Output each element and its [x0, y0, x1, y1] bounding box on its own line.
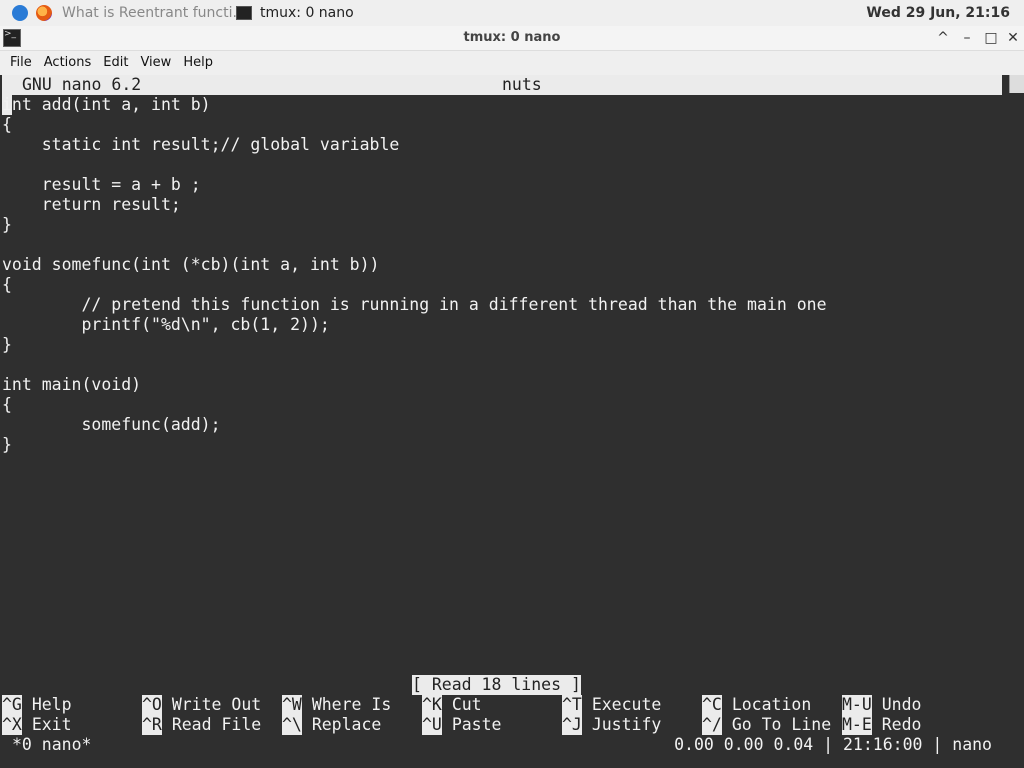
- shortcut-label: Undo: [881, 695, 922, 714]
- terminal-icon: [236, 6, 252, 20]
- app-menu-button[interactable]: [12, 0, 28, 26]
- code-line: void somefunc(int (*cb)(int a, int b)): [2, 255, 380, 274]
- code-line: int main(void): [2, 375, 142, 394]
- shortcut-key: ^\: [282, 715, 302, 735]
- code-line: }: [2, 335, 12, 354]
- shortcut-key: ^C: [702, 695, 722, 715]
- menu-edit[interactable]: Edit: [93, 52, 128, 74]
- shortcut-key: ^T: [562, 695, 582, 715]
- code-line: }: [2, 435, 12, 454]
- shortcut-key: ^O: [142, 695, 162, 715]
- close-button[interactable]: ✕: [1002, 26, 1024, 50]
- taskbar-item-tmux-label: tmux: 0 nano: [260, 5, 354, 21]
- code-line: printf("%d\n", cb(1, 2));: [2, 315, 330, 334]
- menu-view[interactable]: View: [130, 52, 171, 74]
- shortcut-label: Replace: [311, 715, 382, 734]
- window-title: tmux: 0 nano: [463, 30, 561, 45]
- menu-actions[interactable]: Actions: [34, 52, 92, 74]
- shortcut-key: ^U: [422, 715, 442, 735]
- shortcut-where-is[interactable]: ^W Where Is: [282, 695, 391, 715]
- firefox-launcher[interactable]: [36, 0, 52, 26]
- shortcut-key: ^K: [422, 695, 442, 715]
- shortcut-label: Help: [31, 695, 72, 714]
- code-line: static int result;// global variable: [2, 135, 400, 154]
- tmux-right-status: 0.00 0.00 0.04 | 21:16:00 | nano: [674, 735, 992, 754]
- shortcut-label: Cut: [451, 695, 482, 714]
- shade-button[interactable]: ^: [932, 26, 954, 50]
- menu-bar: File Actions Edit View Help: [0, 51, 1024, 75]
- shortcut-label: Execute: [591, 695, 662, 714]
- shortcut-replace[interactable]: ^\ Replace: [282, 715, 381, 735]
- shortcut-key: ^J: [562, 715, 582, 735]
- taskbar-item-tmux[interactable]: tmux: 0 nano: [236, 0, 434, 28]
- shortcut-key: ^/: [702, 715, 722, 735]
- shortcut-undo[interactable]: M-U Undo: [842, 695, 922, 715]
- shortcut-label: Redo: [881, 715, 922, 734]
- shortcut-key: M-U: [842, 695, 872, 715]
- code-line: return result;: [2, 195, 181, 214]
- shortcut-label: Location: [731, 695, 812, 714]
- window-titlebar[interactable]: >_ tmux: 0 nano ^ – □ ✕: [0, 26, 1024, 51]
- shortcut-redo[interactable]: M-E Redo: [842, 715, 922, 735]
- taskbar: What is Reentrant functi... tmux: 0 nano…: [0, 0, 1024, 28]
- shortcut-key: ^R: [142, 715, 162, 735]
- shortcut-write-out[interactable]: ^O Write Out: [142, 695, 261, 715]
- code-line: {: [2, 395, 12, 414]
- code-line: {: [2, 115, 12, 134]
- shortcut-key: ^W: [282, 695, 302, 715]
- nano-version: GNU nano 6.2: [22, 75, 142, 94]
- shortcut-key: ^G: [2, 695, 22, 715]
- firefox-icon: [36, 5, 52, 21]
- shortcut-cut[interactable]: ^K Cut: [422, 695, 482, 715]
- shortcut-location[interactable]: ^C Location: [702, 695, 811, 715]
- taskbar-item-firefox-label: What is Reentrant functi...: [62, 5, 246, 21]
- menu-help[interactable]: Help: [173, 52, 213, 74]
- tmux-status-bar: *0 nano* 0.00 0.00 0.04 | 21:16:00 | nan…: [2, 735, 1022, 755]
- shortcut-label: Go To Line: [731, 715, 832, 734]
- code-line: // pretend this function is running in a…: [2, 295, 827, 314]
- shortcut-label: Justify: [591, 715, 662, 734]
- shortcut-read-file[interactable]: ^R Read File: [142, 715, 261, 735]
- app-menu-icon: [12, 5, 28, 21]
- maximize-button[interactable]: □: [980, 26, 1002, 50]
- terminal-area[interactable]: GNU nano 6.2 nuts int add(int a, int b) …: [2, 75, 1022, 766]
- shortcut-label: Paste: [451, 715, 502, 734]
- shortcut-go-to-line[interactable]: ^/ Go To Line: [702, 715, 831, 735]
- menu-file[interactable]: File: [0, 52, 32, 74]
- shortcut-paste[interactable]: ^U Paste: [422, 715, 501, 735]
- shortcut-key: ^X: [2, 715, 22, 735]
- code-line: }: [2, 215, 12, 234]
- code-line: result = a + b ;: [2, 175, 201, 194]
- shortcut-justify[interactable]: ^J Justify: [562, 715, 661, 735]
- shortcut-label: Exit: [31, 715, 72, 734]
- code-line: int add(int a, int b): [2, 95, 211, 114]
- status-message: [ Read 18 lines ]: [412, 675, 581, 695]
- clock[interactable]: Wed 29 Jun, 21:16: [866, 0, 1010, 26]
- code-line: somefunc(add);: [2, 415, 221, 434]
- shortcut-label: Where Is: [311, 695, 392, 714]
- shortcut-label: Read File: [171, 715, 262, 734]
- shortcut-help[interactable]: ^G Help: [2, 695, 72, 715]
- shortcut-execute[interactable]: ^T Execute: [562, 695, 661, 715]
- nano-filename: nuts: [502, 75, 542, 94]
- taskbar-item-firefox[interactable]: What is Reentrant functi...: [62, 0, 246, 26]
- tmux-window-label[interactable]: *0 nano*: [12, 735, 91, 755]
- scrollbar[interactable]: [1009, 75, 1024, 93]
- code-line: {: [2, 275, 12, 294]
- shortcut-exit[interactable]: ^X Exit: [2, 715, 72, 735]
- shortcut-key: M-E: [842, 715, 872, 735]
- shortcut-label: Write Out: [171, 695, 262, 714]
- nano-header: GNU nano 6.2 nuts: [2, 75, 1002, 95]
- minimize-button[interactable]: –: [956, 26, 978, 50]
